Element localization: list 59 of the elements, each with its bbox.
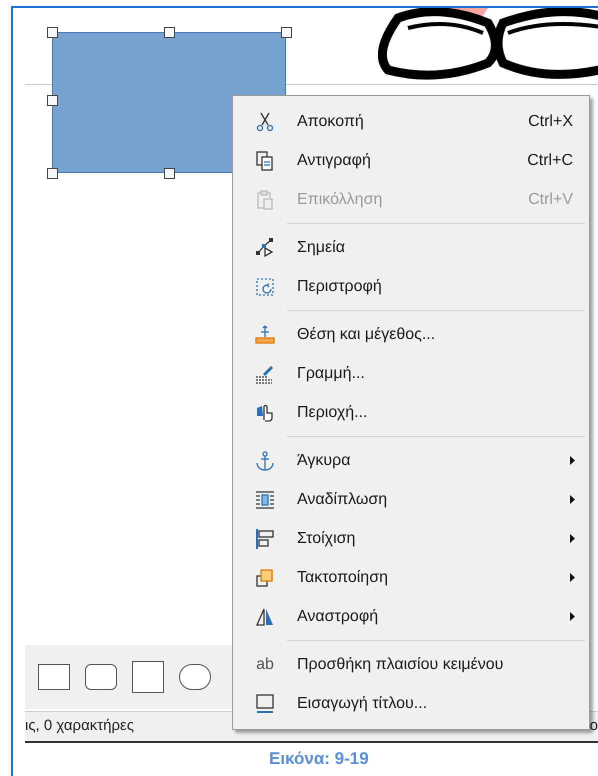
- submenu-arrow-icon: [570, 495, 575, 504]
- submenu-arrow-icon: [570, 456, 575, 465]
- scissors-icon: [254, 110, 276, 132]
- submenu-arrow-icon: [570, 534, 575, 543]
- menu-item[interactable]: Αντιγραφή Ctrl+C: [233, 141, 589, 180]
- menu-item[interactable]: Σημεία: [233, 228, 589, 267]
- menu-item-label: Τακτοποίηση: [297, 568, 389, 588]
- status-text: ο: [590, 716, 598, 736]
- anchor-icon: [254, 450, 276, 472]
- menu-item-label: Επικόλληση: [297, 190, 384, 210]
- menu-item-label: Αναδίπλωση: [297, 490, 388, 510]
- menu-item-label: Περιστροφή: [297, 276, 383, 296]
- align-icon: [254, 528, 276, 550]
- shortcut-text: Ctrl+C: [527, 150, 573, 170]
- menu-item-label: Γραμμή...: [297, 364, 366, 384]
- rounded-rectangle-shape-icon[interactable]: [85, 664, 117, 690]
- menu-item-label: Αποκοπή: [297, 112, 365, 132]
- submenu-arrow-icon: [570, 612, 575, 621]
- resize-handle[interactable]: [164, 27, 175, 38]
- points-icon: [254, 236, 276, 258]
- status-text: ις, 0 χαρακτήρες: [25, 716, 134, 736]
- menu-item[interactable]: Περιοχή...: [233, 393, 589, 432]
- resize-handle[interactable]: [281, 27, 292, 38]
- submenu-arrow-icon: [570, 573, 575, 582]
- menu-item[interactable]: Αποκοπή Ctrl+X: [233, 102, 589, 141]
- rectangle-shape-icon[interactable]: [38, 664, 70, 690]
- shortcut-text: Ctrl+X: [528, 112, 573, 132]
- resize-handle[interactable]: [47, 95, 58, 106]
- menu-item-label: Στοίχιση: [297, 528, 356, 548]
- menu-item[interactable]: Άγκυρα: [233, 441, 589, 480]
- menu-item-label: Άγκυρα: [297, 450, 352, 470]
- menu-item[interactable]: ab Προσθήκη πλαισίου κειμένου: [233, 645, 589, 684]
- menu-item[interactable]: Αναδίπλωση: [233, 480, 589, 519]
- menu-item-label: Προσθήκη πλαισίου κειμένου: [297, 654, 504, 674]
- text-box-icon: ab: [256, 652, 274, 676]
- menu-item[interactable]: Αναστροφή: [233, 597, 589, 636]
- menu-item-label: Περιοχή...: [297, 402, 368, 422]
- menu-item[interactable]: Τακτοποίηση: [233, 558, 589, 597]
- menu-item[interactable]: Εισαγωγή τίτλου...: [233, 684, 589, 723]
- menu-item-label: Αναστροφή: [297, 606, 380, 626]
- menu-item-label: Αντιγραφή: [297, 150, 372, 170]
- resize-handle[interactable]: [164, 168, 175, 179]
- menu-item-label: Σημεία: [297, 238, 346, 258]
- menu-item[interactable]: Περιστροφή: [233, 267, 589, 306]
- resize-handle[interactable]: [47, 168, 58, 179]
- shortcut-text: Ctrl+V: [528, 190, 573, 210]
- figure-caption: Εικόνα: 9-19: [269, 748, 369, 770]
- rotate-icon: [254, 276, 276, 298]
- menu-item-label: Εισαγωγή τίτλου...: [297, 694, 428, 714]
- menu-item[interactable]: Στοίχιση: [233, 519, 589, 558]
- menu-item[interactable]: Θέση και μέγεθος...: [233, 315, 589, 354]
- resize-handle[interactable]: [47, 27, 58, 38]
- caption-icon: [254, 692, 276, 714]
- position-size-icon: [254, 324, 276, 346]
- text-wrap-icon: [254, 488, 276, 510]
- menu-item[interactable]: Γραμμή...: [233, 354, 589, 393]
- square-shape-icon[interactable]: [132, 661, 164, 693]
- menu-item-label: Θέση και μέγεθος...: [297, 324, 436, 344]
- ellipse-shape-icon[interactable]: [179, 664, 211, 690]
